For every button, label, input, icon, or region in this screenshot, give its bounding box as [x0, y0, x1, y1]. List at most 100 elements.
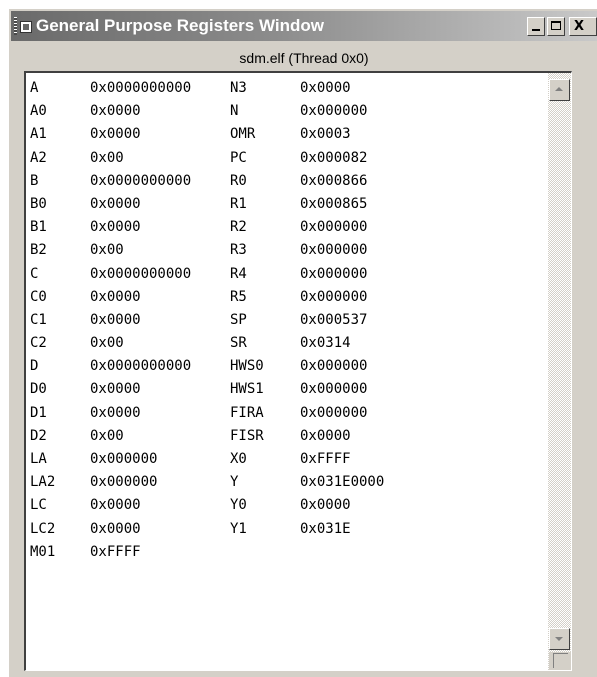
register-row[interactable]: B2 0x00 R3 0x000000 — [30, 239, 570, 262]
register-row[interactable]: D1 0x0000 FIRA 0x000000 — [30, 402, 570, 425]
register-row[interactable]: LA2 0x000000 Y 0x031E0000 — [30, 471, 570, 494]
register-value: 0x0000 — [90, 288, 141, 305]
register-row[interactable]: B0 0x0000 R1 0x000865 — [30, 193, 570, 216]
register-value: 0x0000000000 — [90, 172, 192, 189]
register-name: SP — [230, 311, 247, 328]
register-name: B0 — [30, 195, 47, 212]
register-row[interactable]: B1 0x0000 R2 0x000000 — [30, 216, 570, 239]
register-value: 0x00 — [90, 242, 124, 259]
register-value: 0x000000 — [300, 288, 368, 305]
register-value: 0xFFFF — [90, 543, 141, 560]
resize-grip[interactable] — [549, 652, 571, 670]
register-value: 0x0000000000 — [90, 80, 192, 96]
register-name: C1 — [30, 311, 47, 328]
thread-subtitle: sdm.elf (Thread 0x0) — [239, 50, 369, 66]
register-name: LA2 — [30, 474, 56, 491]
register-value: 0x031E0000 — [300, 474, 385, 491]
register-row[interactable]: C2 0x00 SR 0x0314 — [30, 332, 570, 355]
register-name: Y — [230, 474, 239, 491]
close-button[interactable]: X — [569, 17, 597, 36]
register-name: M01 — [30, 543, 56, 560]
register-name: R3 — [230, 242, 247, 259]
register-name: R1 — [230, 195, 247, 212]
register-row[interactable]: M01 0xFFFF — [30, 541, 570, 564]
register-value: 0x0000000000 — [90, 358, 192, 375]
register-value: 0x000866 — [300, 172, 368, 189]
register-value: 0x000000 — [300, 381, 368, 398]
register-name: HWS0 — [230, 358, 264, 375]
register-name: SR — [230, 335, 247, 352]
register-name: R2 — [230, 219, 247, 236]
register-row[interactable]: D 0x0000000000 HWS0 0x000000 — [30, 355, 570, 378]
register-value: 0x0003 — [300, 126, 351, 143]
register-value: 0x000000 — [90, 451, 158, 467]
register-row[interactable]: C 0x0000000000 R4 0x000000 — [30, 263, 570, 286]
register-name: OMR — [230, 126, 256, 143]
register-row[interactable]: A0 0x0000 N 0x000000 — [30, 100, 570, 123]
register-value: 0x0000 — [90, 404, 141, 421]
title-bar[interactable]: General Purpose Registers Window X — [11, 11, 597, 41]
register-row[interactable]: C1 0x0000 SP 0x000537 — [30, 309, 570, 332]
register-value: 0x000082 — [300, 149, 368, 166]
register-value: 0x0000 — [300, 80, 351, 96]
register-name: LA — [30, 451, 47, 467]
minimize-icon — [532, 29, 540, 31]
register-value: 0x00 — [90, 427, 124, 444]
register-row[interactable]: LC2 0x0000 Y1 0x031E — [30, 518, 570, 541]
register-value: 0x0000 — [90, 381, 141, 398]
register-name: C — [30, 265, 39, 282]
register-row[interactable]: B 0x0000000000 R0 0x000866 — [30, 170, 570, 193]
register-value: 0x0000 — [90, 103, 141, 120]
register-name: R5 — [230, 288, 247, 305]
register-value: 0x000000 — [300, 265, 368, 282]
register-name: X0 — [230, 451, 247, 467]
register-name: R0 — [230, 172, 247, 189]
register-value: 0x000000 — [300, 219, 368, 236]
register-value: 0x0000 — [90, 126, 141, 143]
register-value: 0x000537 — [300, 311, 368, 328]
arrow-up-icon — [555, 87, 563, 91]
register-value: 0x0000 — [90, 219, 141, 236]
close-icon: X — [574, 19, 585, 34]
register-name: B — [30, 172, 39, 189]
register-row[interactable]: A1 0x0000 OMR 0x0003 — [30, 123, 570, 146]
register-value: 0x000000 — [300, 358, 368, 375]
register-name: PC — [230, 149, 247, 166]
register-value: 0x0000 — [90, 497, 141, 514]
register-name: D0 — [30, 381, 47, 398]
register-value: 0xFFFF — [300, 451, 351, 467]
register-row[interactable]: A 0x0000000000 N3 0x0000 — [30, 77, 570, 100]
scroll-up-button[interactable] — [549, 79, 570, 101]
register-value: 0x0000 — [90, 311, 141, 328]
register-name: B1 — [30, 219, 47, 236]
register-value: 0x0000 — [300, 427, 351, 444]
register-value: 0x031E — [300, 520, 351, 537]
register-list-panel[interactable]: A 0x0000000000 N3 0x0000 A0 0x0000 N 0x000000 A1… — [24, 71, 572, 671]
register-name: A — [30, 80, 39, 96]
register-list: A 0x0000000000 N3 0x0000 A0 0x0000 N 0x000000 A1… — [30, 77, 570, 564]
register-row[interactable]: C0 0x0000 R5 0x000000 — [30, 286, 570, 309]
register-name: LC — [30, 497, 47, 514]
register-value: 0x000000 — [300, 103, 368, 120]
register-name: FIRA — [230, 404, 264, 421]
register-name: R4 — [230, 265, 247, 282]
scroll-down-button[interactable] — [549, 628, 570, 650]
window-icon[interactable] — [20, 21, 32, 33]
register-row[interactable]: LA 0x000000 X0 0xFFFF — [30, 448, 570, 471]
register-row[interactable]: D2 0x00 FISR 0x0000 — [30, 425, 570, 448]
register-value: 0x0000000000 — [90, 265, 192, 282]
register-value: 0x0000 — [90, 520, 141, 537]
register-row[interactable]: LC 0x0000 Y0 0x0000 — [30, 494, 570, 517]
register-name: N — [230, 103, 239, 120]
vertical-scrollbar[interactable] — [548, 73, 571, 670]
register-name: Y1 — [230, 520, 247, 537]
registers-window: General Purpose Registers Window X sdm.e… — [8, 8, 597, 677]
maximize-button[interactable] — [547, 17, 565, 36]
register-value: 0x0000 — [300, 497, 351, 514]
register-value: 0x0314 — [300, 335, 351, 352]
title-grip — [14, 17, 17, 35]
minimize-button[interactable] — [527, 17, 545, 36]
register-row[interactable]: D0 0x0000 HWS1 0x000000 — [30, 378, 570, 401]
register-name: LC2 — [30, 520, 56, 537]
register-row[interactable]: A2 0x00 PC 0x000082 — [30, 147, 570, 170]
